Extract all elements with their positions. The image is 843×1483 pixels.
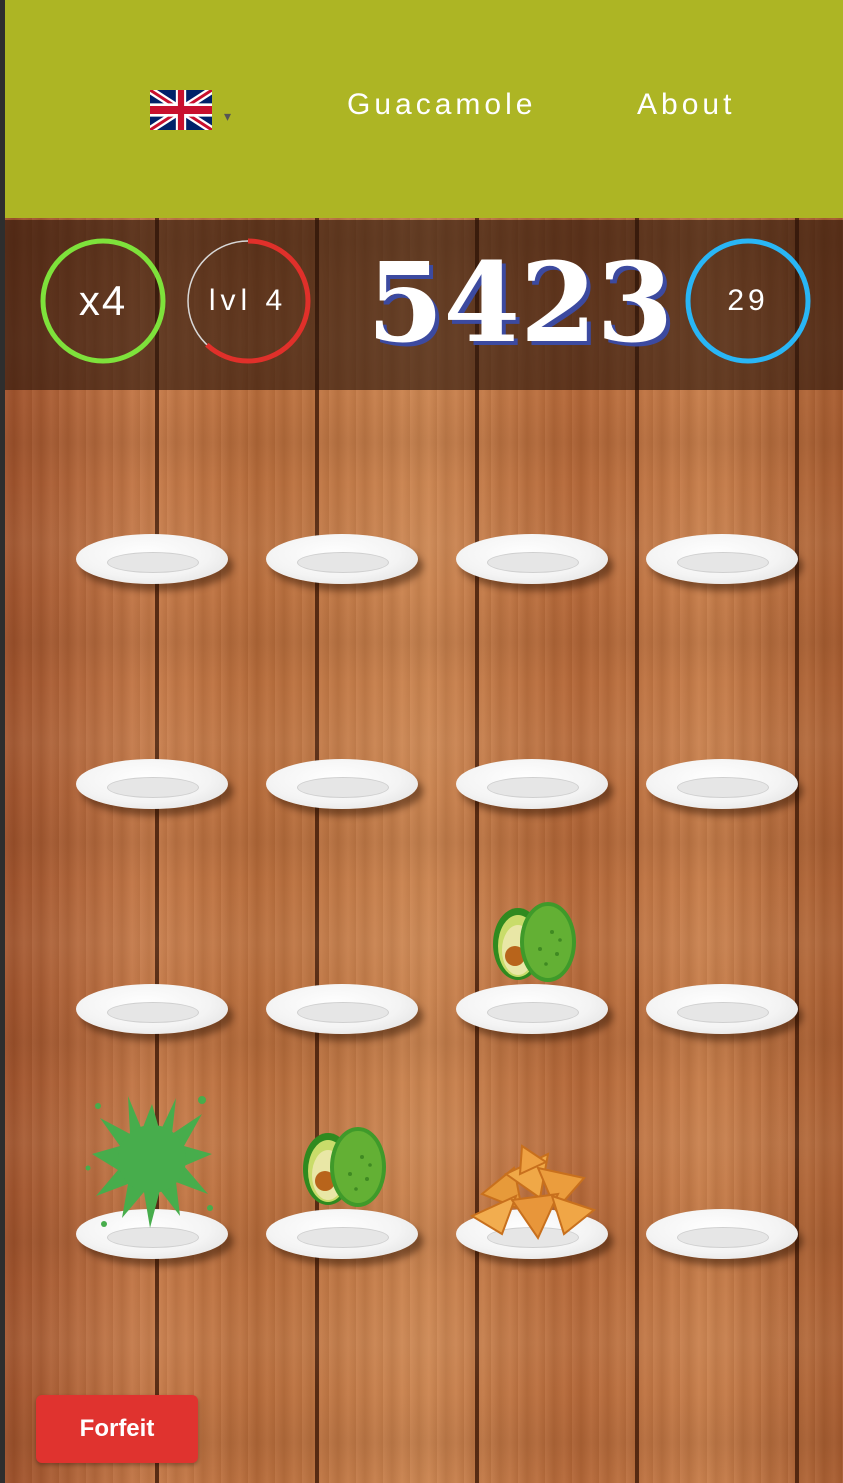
- plate-cell-3-1[interactable]: [76, 984, 228, 1040]
- timer-ring: 29: [683, 236, 813, 366]
- plate-center: [677, 1227, 769, 1248]
- plate: [76, 759, 228, 809]
- plate-cell-1-3[interactable]: [456, 534, 608, 590]
- plate-cell-2-4[interactable]: [646, 759, 798, 815]
- multiplier-ring: x4: [38, 236, 168, 366]
- uk-flag-icon: [150, 90, 212, 130]
- plate-cell-2-2[interactable]: [266, 759, 418, 815]
- plate: [646, 534, 798, 584]
- plate-center: [677, 552, 769, 573]
- language-selector[interactable]: ▾: [150, 90, 231, 130]
- plate-center: [297, 777, 389, 798]
- plate-cell-2-3[interactable]: [456, 759, 608, 815]
- tortilla-chips-icon: [469, 1144, 597, 1241]
- plate-cell-4-2[interactable]: [266, 1127, 418, 1265]
- plate-center: [107, 1002, 199, 1023]
- plate: [76, 534, 228, 584]
- plate-cell-1-2[interactable]: [266, 534, 418, 590]
- score-value: 5423: [367, 238, 674, 367]
- plate-cell-3-4[interactable]: [646, 984, 798, 1040]
- plate: [456, 759, 608, 809]
- plate: [266, 759, 418, 809]
- plate-center: [487, 1002, 579, 1023]
- plate: [456, 534, 608, 584]
- plate-cell-3-2[interactable]: [266, 984, 418, 1040]
- guacamole-splat-icon: [85, 1096, 213, 1228]
- plate: [266, 1209, 418, 1259]
- plate-center: [487, 777, 579, 798]
- plate-cell-4-1[interactable]: [76, 1096, 228, 1265]
- plate: [266, 534, 418, 584]
- plate: [456, 984, 608, 1034]
- navbar: ▾ Guacamole About: [5, 0, 843, 220]
- forfeit-button[interactable]: Forfeit: [36, 1395, 198, 1463]
- plate-cell-1-1[interactable]: [76, 534, 228, 590]
- plate-cell-4-3[interactable]: [456, 1144, 608, 1265]
- plate-center: [297, 1227, 389, 1248]
- window-edge: [0, 0, 5, 1483]
- plate-cell-4-4[interactable]: [646, 1209, 798, 1265]
- plate-center: [107, 777, 199, 798]
- nav-link-guacamole[interactable]: Guacamole: [347, 88, 536, 122]
- stats-bar: x4 lvl 4 5423 29: [5, 220, 843, 390]
- plate-center: [297, 1002, 389, 1023]
- multiplier-value: x4: [78, 277, 128, 324]
- plate: [646, 759, 798, 809]
- level-ring: lvl 4: [183, 236, 313, 366]
- plate: [646, 1209, 798, 1259]
- plate-cell-1-4[interactable]: [646, 534, 798, 590]
- plate: [76, 984, 228, 1034]
- plate-center: [487, 552, 579, 573]
- avocado-icon: [493, 902, 576, 982]
- timer-value: 29: [727, 284, 769, 317]
- plate-center: [677, 777, 769, 798]
- plate-center: [677, 1002, 769, 1023]
- plate-cell-2-1[interactable]: [76, 759, 228, 815]
- nav-link-about[interactable]: About: [637, 88, 735, 122]
- level-value: lvl 4: [208, 284, 288, 317]
- plate-center: [297, 552, 389, 573]
- plate-cell-3-3[interactable]: [456, 902, 608, 1040]
- wood-table-background: [5, 218, 843, 1483]
- chevron-down-icon: ▾: [224, 107, 232, 124]
- plate-center: [107, 552, 199, 573]
- avocado-icon: [303, 1127, 386, 1207]
- plate: [266, 984, 418, 1034]
- plate: [646, 984, 798, 1034]
